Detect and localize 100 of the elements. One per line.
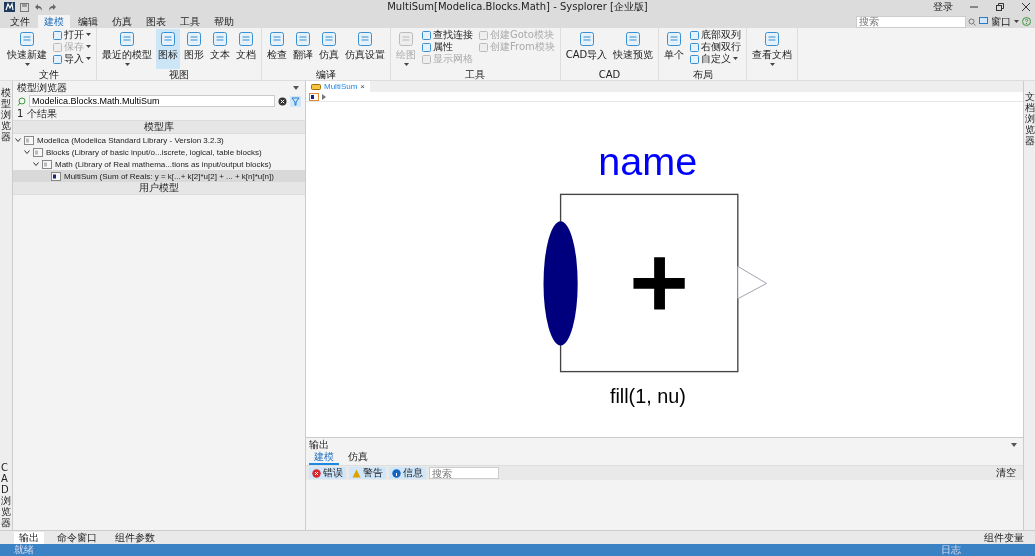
ribbon-button[interactable]: 文本 [208,29,232,69]
menu-tab[interactable]: 文件 [4,15,36,28]
square-icon [19,31,35,47]
search-field[interactable]: 搜索 [429,467,499,479]
section-header: 用户模型 [139,182,179,193]
close-icon[interactable] [1021,2,1031,12]
group-label: 编译 [315,69,337,80]
ribbon-button[interactable]: 属性 [420,41,475,53]
square-icon [119,31,135,47]
menu-tab[interactable]: 编辑 [72,15,104,28]
search-field[interactable]: 搜索 [856,15,966,28]
square-icon [422,54,431,64]
ribbon-button[interactable]: 单个 [662,29,687,69]
ribbon-button[interactable]: 图标 [156,29,180,69]
undo-icon[interactable] [34,2,43,12]
square-icon [160,31,176,47]
window-menu[interactable]: 窗口 [991,14,1011,29]
menu-tab[interactable]: 图表 [140,15,172,28]
square-icon [269,31,285,47]
square-icon [53,42,62,52]
square-icon [422,30,431,40]
ribbon-button[interactable]: 文档 [234,29,258,69]
menu-tab[interactable]: 建模 [38,15,70,28]
filter-button[interactable]: 警告 [349,467,386,479]
ribbon-button[interactable]: 仿真 [317,29,341,69]
group-label: 文件 [38,69,60,80]
status-text: 就绪 [14,543,34,556]
ribbon-button[interactable]: 翻译 [291,29,315,69]
square-icon [690,54,700,64]
restore-icon[interactable] [995,2,1005,12]
clear-icon[interactable] [278,96,287,106]
tree-item[interactable]: MultiSum (Sum of Reals: y = k[...+ k[2]*u[2] + ... + k[n]*u[n]) [13,170,305,182]
tree-item[interactable]: Blocks (Library of basic input/o...iscrete, logical, table blocks) [13,146,305,158]
square-icon [357,31,373,47]
search-field[interactable]: Modelica.Blocks.Math.MultiSum [29,95,275,107]
window-title: MultiSum[Modelica.Blocks.Math] - Sysplorer [企业版] [387,0,648,14]
caret-icon [1014,19,1019,24]
bottom-tab[interactable]: 输出 [14,531,44,544]
ribbon-button[interactable]: 检查 [265,29,289,69]
ribbon-button[interactable]: 打开 [51,29,93,41]
caret-icon[interactable] [1011,442,1017,447]
square-icon [690,42,700,52]
ribbon-button[interactable]: 查找连接 [420,29,475,41]
menu-tab[interactable]: 帮助 [208,15,240,28]
panel-title: 模型浏览器 [17,80,67,95]
info-icon [392,468,401,478]
group-label: CAD [597,69,622,80]
class-icon [33,147,43,157]
panel-tab[interactable]: CAD浏览器 [1,462,11,528]
square-icon [764,31,781,47]
class-icon [51,171,61,181]
ribbon-button[interactable]: 图形 [182,29,206,69]
panel-title: 输出 [309,437,329,452]
tree-item[interactable]: Modelica (Modelica Standard Library - Version 3.2.3) [13,134,305,146]
group-label: 工具 [464,69,487,80]
output-tab[interactable]: 仿真 [343,451,373,465]
square-icon [238,31,254,47]
ribbon-button[interactable]: 底部双列 [688,29,744,41]
ribbon-button[interactable]: 自定义 [688,53,744,65]
square-icon [690,30,700,40]
block-icon [311,83,321,90]
menu-tab[interactable]: 仿真 [106,15,138,28]
chevron-icon[interactable] [322,93,326,100]
result-count: 1 个结果 [17,108,57,119]
ribbon-button[interactable]: 快速预览 [611,29,656,69]
square-icon [186,31,202,47]
square-icon [53,54,62,64]
redo-icon[interactable] [48,2,57,12]
ribbon-button[interactable]: CAD导入 [563,29,610,69]
ribbon-button[interactable]: 查看文档 [750,29,795,80]
panel-tab[interactable]: 模型浏览器 [1,87,11,142]
class-icon[interactable] [309,92,319,101]
bottom-tab[interactable]: 组件参数 [110,531,160,544]
ribbon-button[interactable]: 右侧双行 [688,41,744,53]
square-icon [625,31,642,47]
panel-tab[interactable]: 文档浏览器 [1024,91,1035,146]
square-icon [295,31,311,47]
class-icon [24,135,34,145]
caret-icon [24,63,30,67]
caret-icon [86,33,91,37]
bottom-tab[interactable]: 命令窗口 [52,531,102,544]
save-icon[interactable] [20,2,29,12]
plus-icon [633,257,685,310]
editor-tab[interactable]: MultiSum × [306,81,370,92]
close-button[interactable]: × [360,82,365,91]
ribbon-button[interactable]: 导入 [51,53,93,65]
tree-item[interactable]: Math (Library of Real mathema...tions as input/output blocks) [13,158,305,170]
clear-button[interactable]: 清空 [996,466,1020,480]
bottom-tab[interactable]: 组件变量 [979,531,1029,544]
caret-icon[interactable] [293,85,299,90]
square-icon [422,42,431,52]
ribbon-button[interactable]: 最近的模型 [100,29,154,69]
filter-button[interactable]: 错误 [309,467,346,479]
square-icon [479,42,488,52]
login-link[interactable]: 登录 [933,0,953,14]
filter-button[interactable]: 信息 [389,467,426,479]
ribbon-button[interactable]: 快速新建 [5,29,49,69]
menu-tab[interactable]: 工具 [174,15,206,28]
block-name: name [598,138,698,183]
ribbon-button[interactable]: 仿真设置 [343,29,387,69]
